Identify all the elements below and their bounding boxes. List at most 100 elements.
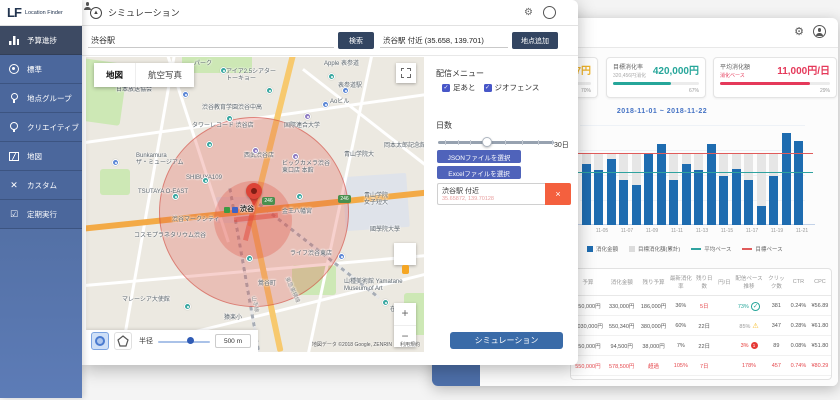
fullscreen-button[interactable] bbox=[396, 63, 416, 83]
bar-slot bbox=[744, 125, 753, 225]
map-label: 西武渋谷店 bbox=[244, 153, 274, 160]
table-cell: 550,340円 bbox=[605, 316, 639, 336]
settings-gear-icon[interactable]: ⚙ bbox=[794, 25, 804, 38]
zoom-in-button[interactable]: + bbox=[394, 303, 416, 325]
table-row[interactable]: 1,030,000円550,340円380,000円60%22日85%⚠3470… bbox=[571, 316, 831, 336]
table-header: 配信ペース推移 bbox=[733, 269, 764, 296]
card-value: 11,000円/日 bbox=[777, 62, 830, 77]
excel-file-button[interactable]: Excelファイルを選択 bbox=[437, 166, 521, 179]
bar-slot bbox=[644, 125, 653, 225]
sidebar-item-label: 標準 bbox=[27, 64, 42, 75]
sidebar-item-budget-progress[interactable]: 予算進捗 bbox=[0, 26, 82, 55]
table-cell: 178% bbox=[733, 356, 764, 376]
sidebar-item-location-group[interactable]: 地点グループ bbox=[0, 84, 82, 113]
poi-marker-icon[interactable] bbox=[342, 87, 349, 94]
poi-marker-icon[interactable] bbox=[266, 87, 273, 94]
poi-marker-icon[interactable] bbox=[220, 67, 227, 74]
sidebar-item-map[interactable]: 地図 bbox=[0, 142, 82, 171]
checkbox-geofence[interactable]: ✓ジオフェンス bbox=[484, 82, 540, 93]
checkbox-footprint[interactable]: ✓足あと bbox=[442, 82, 476, 93]
metro-line-badge bbox=[232, 207, 238, 213]
campaign-table: 予算消化金額残り予算最新消化率残り日数円/日配信ペース推移クリック数CTRCPC… bbox=[571, 269, 831, 376]
legend-item: 消化金額 bbox=[587, 245, 618, 253]
map-marker-pin[interactable] bbox=[246, 183, 262, 206]
table-cell: 7% bbox=[668, 336, 693, 356]
poi-marker-icon[interactable] bbox=[172, 193, 179, 200]
card-percent: 67% bbox=[689, 88, 699, 94]
map-canvas[interactable]: パークアイア2.5シアタートーキョーApple 表参道表参道駅Aoビル日本放送協… bbox=[86, 57, 424, 352]
bar-slot bbox=[582, 125, 591, 225]
search-bar: 検索 地点追加 bbox=[82, 26, 578, 56]
x-tick-label: 11-09 bbox=[641, 228, 663, 234]
chart-legend: 消化金額目標消化額(累計)平均ペース目標ペース bbox=[587, 245, 783, 253]
poi-marker-icon[interactable] bbox=[202, 177, 209, 184]
poi-marker-icon[interactable] bbox=[304, 113, 311, 120]
circle-tool-button[interactable] bbox=[91, 332, 109, 350]
polygon-tool-button[interactable] bbox=[114, 332, 132, 350]
sidebar-item-standard[interactable]: 標準 bbox=[0, 55, 82, 84]
poi-marker-icon[interactable] bbox=[182, 91, 189, 98]
poi-marker-icon[interactable] bbox=[112, 159, 119, 166]
table-row[interactable]: 550,000円330,000円186,000円36%5日73%✓3810.24… bbox=[571, 296, 831, 316]
card-subtext: 320,456円消化 bbox=[613, 72, 646, 79]
poi-marker-icon[interactable] bbox=[382, 299, 389, 306]
poi-marker-icon[interactable] bbox=[184, 303, 191, 310]
app-logo[interactable]: LF Location Finder bbox=[0, 0, 82, 26]
poi-marker-icon[interactable] bbox=[338, 253, 345, 260]
table-row[interactable]: 550,000円578,500円超過105%7日178%4570.74%¥80.… bbox=[571, 356, 831, 376]
days-value: 30日 bbox=[554, 140, 569, 150]
x-tick-label: 11-11 bbox=[666, 228, 688, 234]
search-button[interactable]: 検索 bbox=[338, 32, 374, 49]
sidebar-item-creative[interactable]: クリエイティブ bbox=[0, 113, 82, 142]
pegman-control[interactable] bbox=[394, 243, 416, 265]
page-title: シミュレーション bbox=[108, 6, 180, 19]
account-icon[interactable] bbox=[543, 6, 556, 19]
terms-link[interactable]: 利用規約 bbox=[400, 342, 420, 348]
poi-marker-icon[interactable] bbox=[206, 141, 213, 148]
poi-marker-icon[interactable] bbox=[252, 147, 259, 154]
poi-marker-icon[interactable] bbox=[226, 115, 233, 122]
settings-gear-icon[interactable]: ⚙ bbox=[524, 7, 533, 18]
poi-marker-icon[interactable] bbox=[246, 255, 253, 262]
bar-slot bbox=[694, 125, 703, 225]
table-cell: 89 bbox=[765, 336, 788, 356]
radius-slider[interactable] bbox=[158, 336, 210, 346]
days-slider[interactable] bbox=[438, 136, 554, 148]
poi-marker-icon[interactable] bbox=[328, 73, 335, 80]
table-cell: 94,500円 bbox=[605, 336, 639, 356]
radius-slider-handle[interactable] bbox=[187, 337, 194, 344]
keyword-input[interactable] bbox=[88, 34, 334, 48]
selected-location-field[interactable] bbox=[380, 34, 508, 48]
poi-marker-icon[interactable] bbox=[292, 153, 299, 160]
spend-bar bbox=[632, 185, 641, 225]
table-cell: 7日 bbox=[693, 356, 715, 376]
legend-item: 平均ペース bbox=[691, 245, 731, 253]
days-slider-handle[interactable] bbox=[482, 137, 492, 147]
json-file-button[interactable]: JSONファイルを選択 bbox=[437, 150, 521, 163]
radius-input[interactable] bbox=[215, 334, 251, 348]
remove-location-button[interactable]: × bbox=[545, 183, 571, 205]
table-cell: ¥56.89 bbox=[809, 296, 831, 316]
account-icon[interactable] bbox=[813, 25, 826, 38]
table-cell: 22日 bbox=[693, 336, 715, 356]
sidebar-item-custom[interactable]: ✕カスタム bbox=[0, 171, 82, 200]
table-header: 残り日数 bbox=[693, 269, 715, 296]
tab-satellite[interactable]: 航空写真 bbox=[135, 63, 194, 87]
poi-marker-icon[interactable] bbox=[296, 193, 303, 200]
table-cell: 60% bbox=[668, 316, 693, 336]
pegman-icon bbox=[402, 246, 409, 274]
table-row[interactable]: 350,000円94,500円38,000円7%22日3%1890.08%¥51… bbox=[571, 336, 831, 356]
x-tick-label: 11-21 bbox=[791, 228, 813, 234]
map-label: 山種美術館 YamataneMuseum of Art bbox=[344, 279, 403, 292]
poi-marker-icon[interactable] bbox=[322, 101, 329, 108]
sidebar-item-scheduled-run[interactable]: ☑定期実行 bbox=[0, 200, 82, 229]
bar-slot bbox=[619, 125, 628, 225]
add-location-button[interactable]: 地点追加 bbox=[512, 32, 558, 49]
bar-slot bbox=[769, 125, 778, 225]
map-label: 鶯谷町 bbox=[258, 281, 276, 288]
checkbox-checked-icon: ✓ bbox=[442, 84, 450, 92]
checkbox-checked-icon: ✓ bbox=[484, 84, 492, 92]
x-tick-label: 11-15 bbox=[716, 228, 738, 234]
simulate-button[interactable]: シミュレーション bbox=[450, 332, 563, 349]
tab-map[interactable]: 地図 bbox=[94, 63, 135, 87]
